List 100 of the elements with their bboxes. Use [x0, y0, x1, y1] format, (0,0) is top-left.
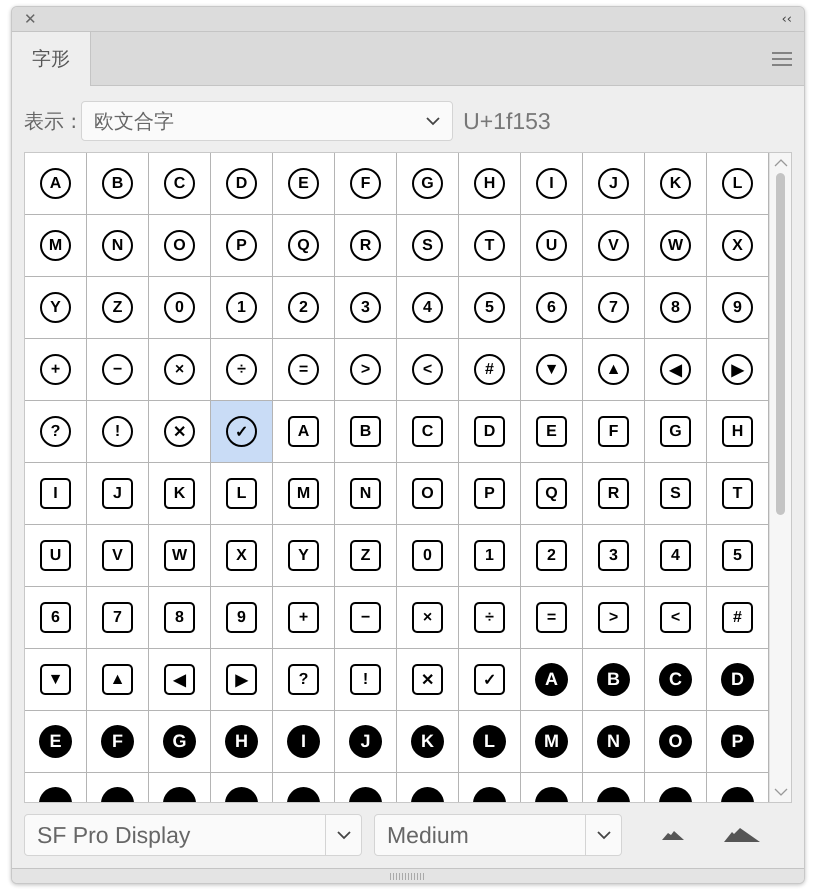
glyph-cell[interactable]: ! — [335, 649, 397, 711]
glyph-cell[interactable]: Z — [87, 277, 149, 339]
glyph-cell[interactable]: ÷ — [459, 587, 521, 649]
glyph-cell[interactable]: C — [645, 649, 707, 711]
font-style-dropdown[interactable]: Medium — [374, 814, 622, 856]
glyph-cell[interactable]: E — [273, 153, 335, 215]
glyph-cell[interactable]: F — [87, 711, 149, 773]
glyph-cell[interactable]: 7 — [583, 277, 645, 339]
glyph-cell[interactable]: N — [87, 215, 149, 277]
glyph-cell[interactable]: ✓ — [211, 401, 273, 463]
glyph-cell[interactable]: R — [335, 215, 397, 277]
glyph-cell[interactable]: V — [87, 525, 149, 587]
glyph-cell[interactable]: Q — [521, 463, 583, 525]
glyph-cell[interactable]: L — [459, 711, 521, 773]
glyph-cell[interactable]: 4 — [645, 525, 707, 587]
glyph-cell[interactable]: E — [521, 401, 583, 463]
glyph-cell[interactable]: A — [25, 153, 87, 215]
glyph-cell[interactable]: 2 — [273, 277, 335, 339]
glyph-cell[interactable]: D — [459, 401, 521, 463]
glyph-cell[interactable]: C — [397, 401, 459, 463]
glyph-cell[interactable]: R — [583, 463, 645, 525]
glyph-cell[interactable]: D — [707, 649, 769, 711]
glyph-cell[interactable]: G — [645, 401, 707, 463]
glyph-cell[interactable]: S — [645, 463, 707, 525]
glyph-cell[interactable]: K — [397, 711, 459, 773]
glyph-cell[interactable]: G — [149, 711, 211, 773]
glyph-cell[interactable]: ▶ — [211, 649, 273, 711]
glyph-cell[interactable]: V — [583, 215, 645, 277]
glyph-cell[interactable]: ? — [273, 649, 335, 711]
glyph-cell[interactable]: J — [583, 153, 645, 215]
glyph-cell[interactable]: 7 — [87, 587, 149, 649]
glyph-cell[interactable]: I — [273, 711, 335, 773]
glyph-cell[interactable]: P — [459, 463, 521, 525]
glyph-cell[interactable]: Q — [273, 215, 335, 277]
glyph-cell[interactable]: 9 — [211, 587, 273, 649]
glyph-cell[interactable]: I — [521, 153, 583, 215]
glyph-cell[interactable]: − — [87, 339, 149, 401]
glyph-cell[interactable]: S — [397, 215, 459, 277]
glyph-cell[interactable]: O — [149, 215, 211, 277]
glyph-cell[interactable]: D — [211, 153, 273, 215]
glyph-cell[interactable]: ✓ — [459, 649, 521, 711]
panel-tab[interactable]: 字形 — [12, 32, 91, 86]
glyph-cell[interactable]: T — [459, 215, 521, 277]
glyph-cell[interactable]: A — [521, 649, 583, 711]
glyph-cell[interactable]: = — [273, 339, 335, 401]
glyph-cell[interactable]: ✕ — [397, 649, 459, 711]
close-icon[interactable]: ✕ — [24, 10, 37, 28]
small-mountain-icon[interactable] — [662, 830, 684, 840]
glyph-cell[interactable]: 6 — [521, 277, 583, 339]
font-family-dropdown[interactable]: SF Pro Display — [24, 814, 362, 856]
glyph-cell[interactable]: 0 — [397, 525, 459, 587]
glyph-cell[interactable]: # — [459, 339, 521, 401]
glyph-cell[interactable]: G — [397, 153, 459, 215]
glyph-cell[interactable]: ▲ — [583, 339, 645, 401]
glyph-cell[interactable]: × — [149, 339, 211, 401]
glyph-cell[interactable]: I — [25, 463, 87, 525]
glyph-cell[interactable]: E — [25, 711, 87, 773]
glyph-cell[interactable]: < — [645, 587, 707, 649]
glyph-cell[interactable]: 1 — [459, 525, 521, 587]
glyph-cell[interactable]: L — [211, 463, 273, 525]
glyph-cell[interactable]: 8 — [645, 277, 707, 339]
glyph-cell[interactable]: < — [397, 339, 459, 401]
glyph-cell[interactable]: 6 — [25, 587, 87, 649]
glyph-cell[interactable]: N — [583, 711, 645, 773]
glyph-cell[interactable]: K — [645, 153, 707, 215]
glyph-cell[interactable]: ▼ — [521, 339, 583, 401]
glyph-cell[interactable]: W — [645, 215, 707, 277]
glyph-cell[interactable]: B — [583, 649, 645, 711]
glyph-cell[interactable]: Z — [335, 525, 397, 587]
large-mountain-icon[interactable] — [724, 828, 760, 842]
glyph-cell[interactable]: 0 — [149, 277, 211, 339]
scroll-up-icon[interactable] — [774, 159, 788, 167]
glyph-cell[interactable]: J — [335, 711, 397, 773]
glyph-cell[interactable]: X — [211, 525, 273, 587]
glyph-cell[interactable]: Y — [25, 277, 87, 339]
glyph-cell[interactable]: − — [335, 587, 397, 649]
display-dropdown[interactable]: 欧文合字 — [81, 101, 454, 141]
glyph-cell[interactable]: A — [273, 401, 335, 463]
glyph-cell[interactable]: F — [335, 153, 397, 215]
glyph-cell[interactable]: 2 — [521, 525, 583, 587]
glyph-cell[interactable]: J — [87, 463, 149, 525]
glyph-cell[interactable]: P — [707, 711, 769, 773]
glyph-cell[interactable]: O — [645, 711, 707, 773]
glyph-cell[interactable]: 4 — [397, 277, 459, 339]
glyph-cell[interactable]: M — [273, 463, 335, 525]
scroll-thumb[interactable] — [776, 173, 785, 515]
glyph-cell[interactable]: M — [521, 711, 583, 773]
glyph-cell[interactable]: U — [25, 525, 87, 587]
glyph-cell[interactable]: C — [149, 153, 211, 215]
glyph-cell[interactable]: K — [149, 463, 211, 525]
glyph-cell[interactable]: ◀ — [645, 339, 707, 401]
glyph-cell[interactable]: 1 — [211, 277, 273, 339]
glyph-cell[interactable]: M — [25, 215, 87, 277]
glyph-cell[interactable]: = — [521, 587, 583, 649]
glyph-cell[interactable]: ? — [25, 401, 87, 463]
glyph-cell[interactable]: × — [397, 587, 459, 649]
glyph-cell[interactable]: B — [335, 401, 397, 463]
glyph-cell[interactable]: N — [335, 463, 397, 525]
glyph-cell[interactable]: 8 — [149, 587, 211, 649]
glyph-cell[interactable]: P — [211, 215, 273, 277]
